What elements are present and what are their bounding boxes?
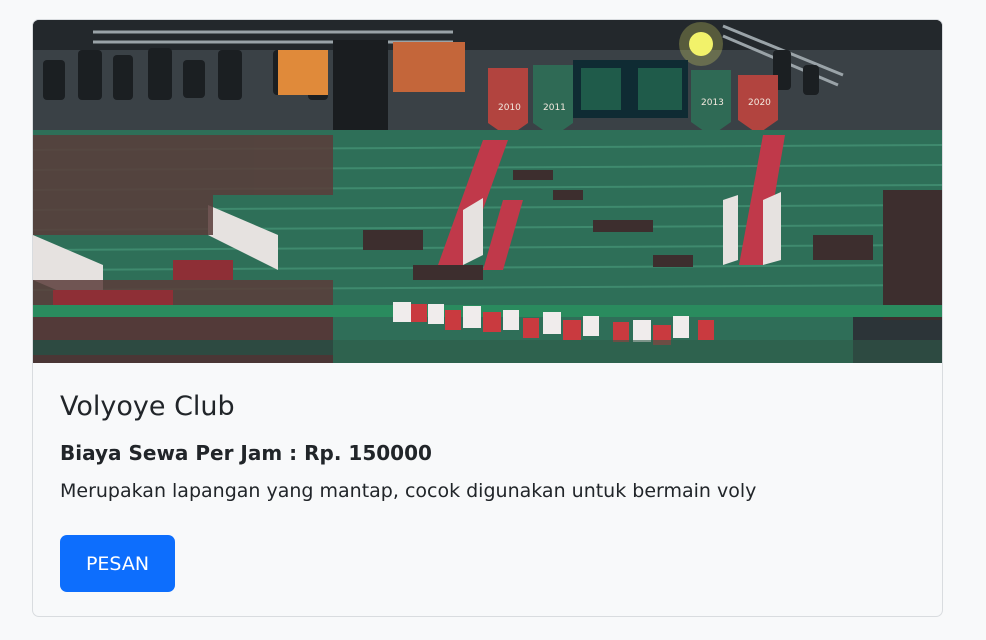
venue-description: Merupakan lapangan yang mantap, cocok di… xyxy=(60,480,757,502)
venue-title: Volyoye Club xyxy=(60,391,235,422)
book-button[interactable]: PESAN xyxy=(60,535,175,592)
svg-text:2011: 2011 xyxy=(543,103,566,113)
arena-illustration: 2010 2011 2013 2020 xyxy=(33,20,942,363)
rental-price: Biaya Sewa Per Jam : Rp. 150000 xyxy=(60,441,432,465)
svg-text:2013: 2013 xyxy=(701,98,724,108)
svg-text:2020: 2020 xyxy=(748,98,771,108)
venue-photo: 2010 2011 2013 2020 xyxy=(33,20,942,363)
svg-text:2010: 2010 xyxy=(498,103,521,113)
venue-card: 2010 2011 2013 2020 Volyoye Club Biaya S… xyxy=(32,19,943,617)
